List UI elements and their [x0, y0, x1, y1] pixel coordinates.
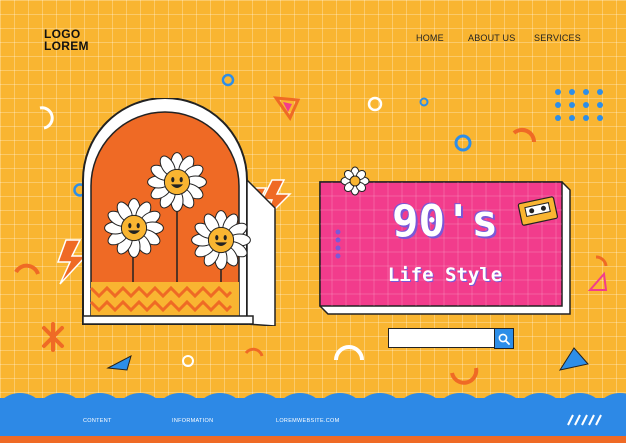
daisy-icon	[340, 166, 370, 196]
arc-icon	[244, 347, 264, 357]
arc-icon	[334, 345, 364, 361]
arc-icon	[14, 263, 40, 275]
smiley-daisy-icon	[191, 210, 251, 270]
ring-icon	[419, 97, 429, 107]
search-button[interactable]	[494, 328, 514, 349]
banner-title: 90's	[392, 196, 498, 247]
landing-page: LOGO LOREM HOME ABOUT US SERVICES 90's L…	[0, 0, 626, 443]
daisy-flowers	[104, 152, 251, 270]
smiley-daisy-icon	[147, 152, 207, 212]
banner-subtitle: Life Style	[387, 264, 503, 286]
search-bar	[388, 328, 514, 349]
footer-link-website[interactable]: LOREMWEBSITE.COM	[276, 418, 339, 424]
smiley-daisy-icon	[104, 198, 164, 258]
ring-icon	[221, 73, 235, 87]
ring-icon	[367, 96, 383, 112]
footer-link-content[interactable]: CONTENT	[83, 418, 112, 424]
ring-icon	[182, 355, 194, 367]
triangle-icon	[106, 355, 132, 371]
burst-icon	[42, 322, 64, 352]
footer-link-information[interactable]: INFORMATION	[172, 418, 213, 424]
triangle-icon	[558, 347, 589, 371]
arc-icon	[450, 367, 479, 385]
arc-icon	[39, 106, 54, 130]
dot-grid-icon	[555, 89, 603, 121]
search-input[interactable]	[388, 328, 497, 348]
ring-icon	[454, 134, 472, 152]
footer-bottom-stripe	[0, 436, 626, 443]
triangle-icon	[587, 271, 608, 291]
slash-pattern-icon	[567, 414, 602, 426]
arc-icon	[512, 127, 537, 143]
magnifier-icon	[498, 333, 510, 345]
arc-icon	[595, 255, 608, 267]
